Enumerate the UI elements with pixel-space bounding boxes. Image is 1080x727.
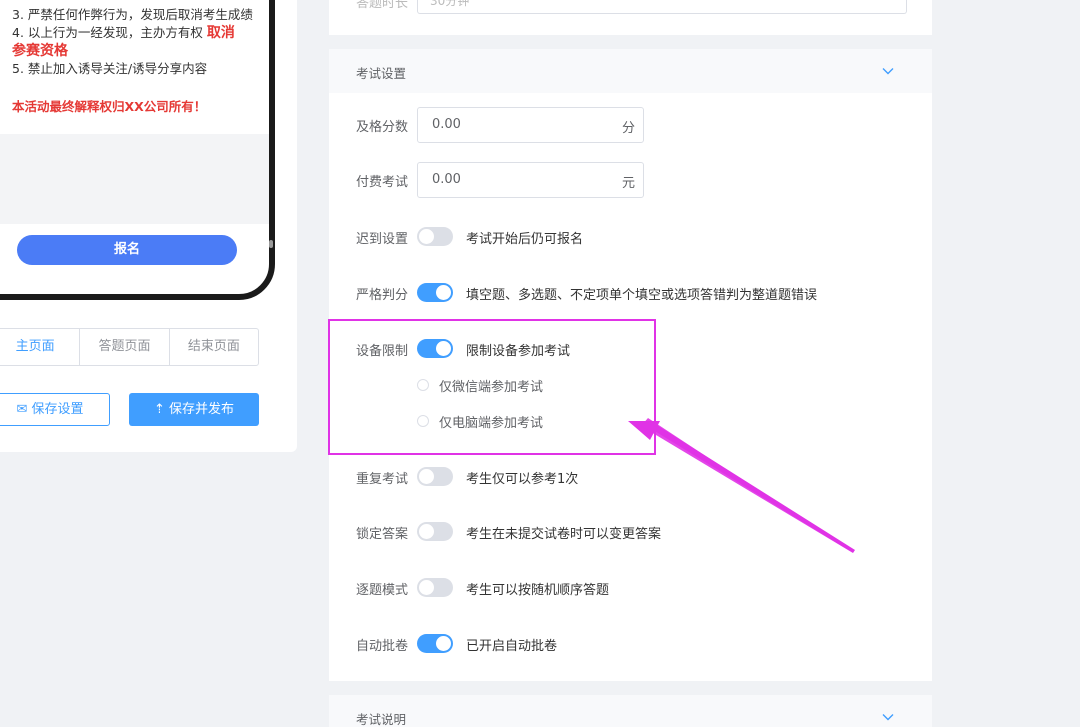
- lock-row: 锁定答案 考生在未提交试卷时可以变更答案: [329, 514, 932, 550]
- paid-exam-row: 付费考试 0.00 元: [329, 162, 932, 198]
- paid-exam-label: 付费考试: [356, 175, 409, 190]
- strict-toggle[interactable]: [417, 283, 453, 302]
- late-label: 迟到设置: [356, 232, 409, 247]
- duration-label: 答题时长: [356, 0, 409, 11]
- auto-grade-toggle[interactable]: [417, 634, 453, 653]
- late-toggle[interactable]: [417, 227, 453, 246]
- paid-exam-input[interactable]: 0.00 元: [417, 162, 644, 198]
- pass-score-value: 0.00: [432, 117, 461, 132]
- chevron-down-icon[interactable]: [882, 711, 894, 723]
- rule-highlight-qualification: 参赛资格: [12, 43, 68, 59]
- tab-answer-page[interactable]: 答题页面: [80, 329, 170, 365]
- chevron-down-icon[interactable]: [882, 65, 894, 77]
- page-tabs: 主页面 答题页面 结束页面: [0, 328, 259, 366]
- phone-side-button: [269, 240, 273, 248]
- duration-select-value: 30分钟: [430, 0, 470, 8]
- preview-panel: 3. 严禁任何作弊行为，发现后取消考生成绩 4. 以上行为一经发现，主办方有权 …: [0, 0, 297, 452]
- mail-icon: ✉: [16, 402, 28, 417]
- paid-exam-unit: 元: [621, 176, 635, 191]
- pass-score-unit: 分: [621, 121, 635, 136]
- exam-description-card: 考试说明: [329, 695, 932, 727]
- tab-main-page[interactable]: 主页面: [0, 329, 81, 365]
- sequential-label: 逐题模式: [356, 583, 409, 598]
- exam-description-title: 考试说明: [356, 712, 407, 727]
- late-text: 考试开始后仍可报名: [466, 232, 584, 247]
- rule-line-4-text: 4. 以上行为一经发现，主办方有权: [12, 25, 203, 40]
- tab-end-page[interactable]: 结束页面: [170, 329, 258, 365]
- late-row: 迟到设置 考试开始后仍可报名: [329, 219, 932, 255]
- repeat-label: 重复考试: [356, 472, 409, 487]
- strict-text: 填空题、多选题、不定项单个填空或选项答错判为整道题错误: [466, 288, 818, 303]
- pass-score-row: 及格分数 0.00 分: [329, 107, 932, 143]
- repeat-row: 重复考试 考生仅可以参考1次: [329, 459, 932, 495]
- strict-label: 严格判分: [356, 288, 409, 303]
- save-and-publish-label: 保存并发布: [169, 402, 235, 417]
- save-and-publish-button[interactable]: ⇡ 保存并发布: [129, 393, 259, 426]
- signup-button[interactable]: 报名: [17, 235, 237, 265]
- rule-line-3: 3. 严禁任何作弊行为，发现后取消考生成绩: [12, 7, 253, 22]
- repeat-text: 考生仅可以参考1次: [466, 472, 579, 487]
- strict-row: 严格判分 填空题、多选题、不定项单个填空或选项答错判为整道题错误: [329, 275, 932, 311]
- pass-score-input[interactable]: 0.00 分: [417, 107, 644, 143]
- sequential-row: 逐题模式 考生可以按随机顺序答题: [329, 570, 932, 606]
- exam-description-header[interactable]: 考试说明: [329, 695, 932, 727]
- pass-score-label: 及格分数: [356, 120, 409, 135]
- save-settings-label: 保存设置: [31, 402, 84, 417]
- phone-preview: 3. 严禁任何作弊行为，发现后取消考生成绩 4. 以上行为一经发现，主办方有权 …: [0, 0, 275, 300]
- lock-text: 考生在未提交试卷时可以变更答案: [466, 527, 662, 542]
- save-settings-button[interactable]: ✉ 保存设置: [0, 393, 110, 426]
- lock-label: 锁定答案: [356, 527, 409, 542]
- rule-highlight-cancel: 取消: [206, 25, 235, 41]
- auto-grade-label: 自动批卷: [356, 639, 409, 654]
- rule-line-4: 4. 以上行为一经发现，主办方有权 取消: [12, 24, 262, 42]
- upload-icon: ⇡: [153, 402, 165, 417]
- annotation-highlight-box: [328, 319, 656, 455]
- phone-blank-area: [0, 134, 269, 224]
- exam-settings-header[interactable]: 考试设置: [329, 49, 932, 93]
- lock-toggle[interactable]: [417, 522, 453, 541]
- exam-settings-title: 考试设置: [356, 66, 407, 81]
- auto-grade-text: 已开启自动批卷: [466, 639, 558, 654]
- auto-grade-row: 自动批卷 已开启自动批卷: [329, 626, 932, 662]
- sequential-toggle[interactable]: [417, 578, 453, 597]
- paid-exam-value: 0.00: [432, 172, 461, 187]
- rules-text: 3. 严禁任何作弊行为，发现后取消考生成绩 4. 以上行为一经发现，主办方有权 …: [12, 6, 262, 116]
- sequential-text: 考生可以按随机顺序答题: [466, 583, 610, 598]
- duration-select[interactable]: 30分钟: [417, 0, 907, 14]
- final-note: 本活动最终解释权归XX公司所有！: [12, 99, 207, 114]
- rule-line-5: 5. 禁止加入诱导关注/诱导分享内容: [12, 61, 208, 76]
- top-card: 答题时长 30分钟: [329, 0, 932, 35]
- repeat-toggle[interactable]: [417, 467, 453, 486]
- phone-screen: 3. 严禁任何作弊行为，发现后取消考生成绩 4. 以上行为一经发现，主办方有权 …: [0, 0, 269, 294]
